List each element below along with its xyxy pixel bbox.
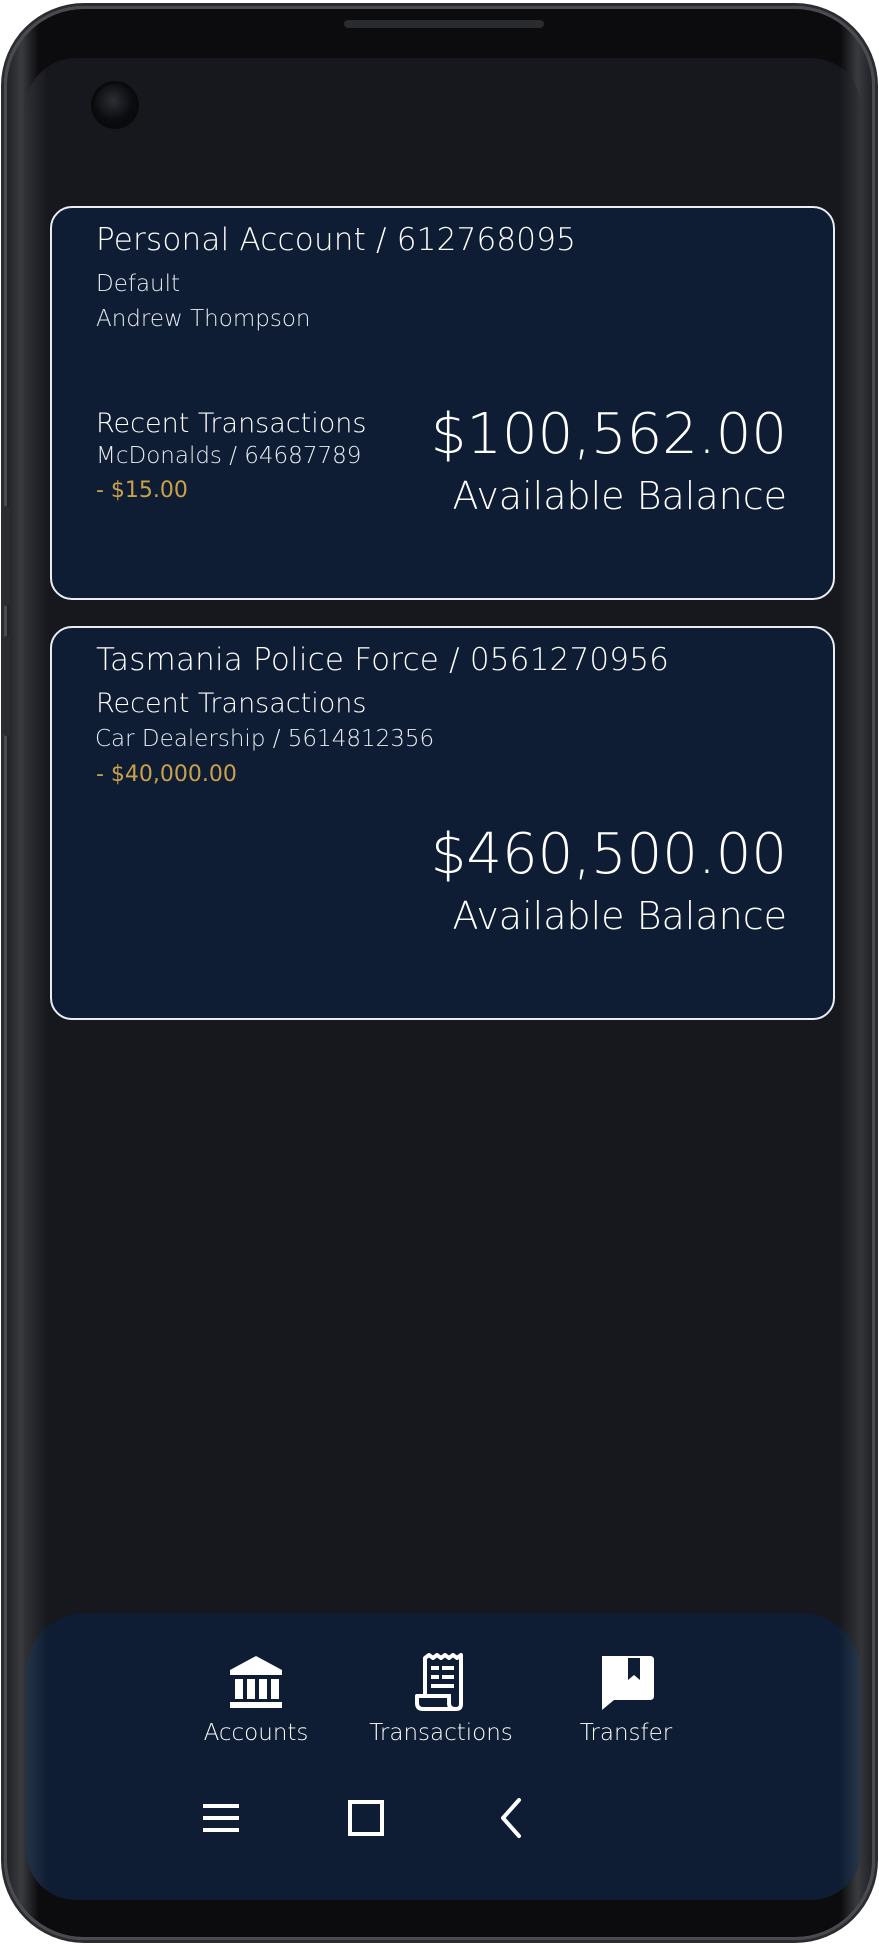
home-icon[interactable]: [336, 1788, 396, 1848]
account-title: Tasmania Police Force / 0561270956: [96, 642, 670, 678]
account-holder: Andrew Thompson: [96, 306, 311, 332]
speaker-grille: [344, 20, 544, 28]
back-icon[interactable]: [481, 1788, 541, 1848]
nav-accounts-label: Accounts: [203, 1720, 309, 1746]
recent-transactions-label: Recent Transactions: [96, 408, 367, 439]
side-button-lower: [4, 636, 10, 736]
phone-frame: Personal Account / 612768095 Default And…: [4, 6, 875, 1940]
front-camera: [94, 84, 136, 126]
recent-transaction-merchant: Car Dealership / 5614812356: [95, 726, 435, 752]
available-balance-label: Available Balance: [452, 474, 787, 518]
available-balance-amount: $460,500.00: [430, 822, 787, 887]
nav-transfer[interactable]: Transfer: [541, 1650, 711, 1746]
nav-transfer-label: Transfer: [579, 1720, 673, 1746]
recent-transaction-merchant: McDonalds / 64687789: [96, 443, 362, 469]
app-screen: Personal Account / 612768095 Default And…: [26, 58, 861, 1900]
available-balance-amount: $100,562.00: [430, 402, 787, 467]
nav-accounts[interactable]: Accounts: [171, 1650, 341, 1746]
receipt-icon: [415, 1653, 463, 1711]
account-card-personal[interactable]: Personal Account / 612768095 Default And…: [50, 206, 835, 600]
side-button-upper: [4, 506, 10, 606]
account-title: Personal Account / 612768095: [96, 222, 577, 258]
recent-transaction-amount: - $15.00: [96, 478, 188, 503]
account-card-police[interactable]: Tasmania Police Force / 0561270956 Recen…: [50, 626, 835, 1020]
available-balance-label: Available Balance: [452, 894, 787, 938]
recent-transaction-amount: - $40,000.00: [96, 762, 237, 787]
recent-transactions-label: Recent Transactions: [96, 688, 367, 719]
bookmark-chat-icon: [602, 1656, 654, 1710]
recent-apps-icon[interactable]: [191, 1788, 251, 1848]
account-tag: Default: [96, 271, 181, 297]
nav-transactions-label: Transactions: [369, 1720, 513, 1746]
bank-icon: [230, 1656, 282, 1708]
nav-transactions[interactable]: Transactions: [356, 1650, 526, 1746]
